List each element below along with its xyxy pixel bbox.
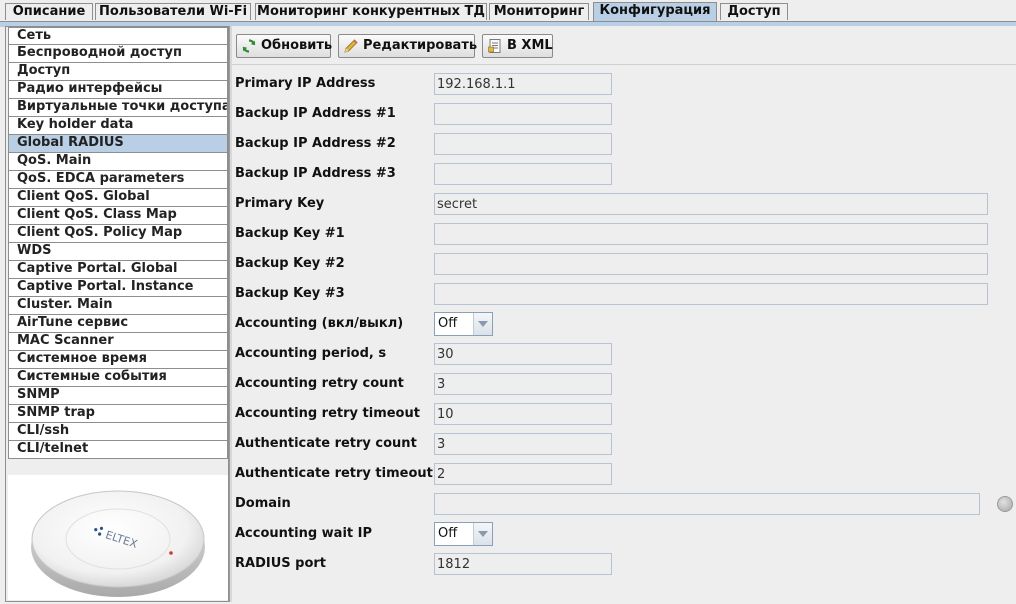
access-point-device-icon: ELTEX	[31, 490, 205, 597]
backup-key-2-input[interactable]	[434, 253, 988, 275]
backup-ip-2-label: Backup IP Address #2	[235, 136, 396, 151]
accounting-retry-count-label: Accounting retry count	[235, 376, 404, 391]
edit-button[interactable]: Редактировать	[338, 34, 478, 58]
sidebar-item-qos-main[interactable]: QoS. Main	[8, 153, 228, 171]
backup-ip-1-label: Backup IP Address #1	[235, 106, 396, 121]
accounting-label: Accounting (вкл/выкл)	[235, 316, 404, 331]
sidebar-item-cli-telnet[interactable]: CLI/telnet	[8, 441, 228, 459]
backup-key-1-input[interactable]	[434, 223, 988, 245]
accounting-wait-ip-label: Accounting wait IP	[235, 526, 373, 541]
auth-retry-count-label: Authenticate retry count	[235, 436, 417, 451]
backup-key-1-label: Backup Key #1	[235, 226, 345, 241]
accounting-wait-ip-select-value: Off	[438, 526, 458, 541]
sidebar-item-system-time[interactable]: Системное время	[8, 351, 228, 369]
sidebar-item-airtune[interactable]: AirTune сервис	[8, 315, 228, 333]
top-tab-bar: Описание Пользователи Wi-Fi Мониторинг к…	[0, 0, 1016, 22]
refresh-button[interactable]: Обновить	[236, 34, 333, 58]
auth-retry-count-input[interactable]	[434, 433, 612, 455]
backup-ip-3-input[interactable]	[434, 163, 612, 185]
domain-input[interactable]	[434, 493, 980, 515]
sidebar-item-virtual-aps[interactable]: Виртуальные точки доступа	[8, 99, 228, 117]
primary-key-label: Primary Key	[235, 196, 325, 211]
sidebar-item-snmp[interactable]: SNMP	[8, 387, 228, 405]
sidebar-item-radio-interfaces[interactable]: Радио интерфейсы	[8, 81, 228, 99]
sidebar-item-qos-edca[interactable]: QoS. EDCA parameters	[8, 171, 228, 189]
backup-ip-2-input[interactable]	[434, 133, 612, 155]
backup-key-2-label: Backup Key #2	[235, 256, 345, 271]
sidebar-item-client-qos-global[interactable]: Client QoS. Global	[8, 189, 228, 207]
domain-label: Domain	[235, 496, 291, 511]
sidebar-item-global-radius[interactable]: Global RADIUS	[8, 135, 228, 153]
backup-ip-3-label: Backup IP Address #3	[235, 166, 396, 181]
pencil-icon	[344, 39, 358, 53]
sidebar-item-client-qos-class-map[interactable]: Client QoS. Class Map	[8, 207, 228, 225]
export-xml-button-label: В XML	[507, 38, 553, 53]
accounting-retry-timeout-input[interactable]	[434, 403, 612, 425]
sidebar-item-cluster-main[interactable]: Cluster. Main	[8, 297, 228, 315]
accounting-retry-count-input[interactable]	[434, 373, 612, 395]
sidebar-item-access[interactable]: Доступ	[8, 63, 228, 81]
primary-ip-input[interactable]	[434, 73, 612, 95]
device-image: ELTEX	[8, 475, 228, 600]
backup-key-3-input[interactable]	[434, 283, 988, 305]
refresh-icon	[242, 39, 256, 53]
accounting-period-input[interactable]	[434, 343, 612, 365]
tab-wifi-users[interactable]: Пользователи Wi-Fi	[95, 3, 251, 20]
sidebar-item-client-qos-policy-map[interactable]: Client QoS. Policy Map	[8, 225, 228, 243]
accounting-wait-ip-select[interactable]: Off	[434, 522, 493, 546]
sidebar-nav-list: Сеть Беспроводной доступ Доступ Радио ин…	[8, 27, 228, 459]
radius-port-input[interactable]	[434, 553, 612, 575]
accounting-retry-timeout-label: Accounting retry timeout	[235, 406, 420, 421]
sidebar-item-wds[interactable]: WDS	[8, 243, 228, 261]
auth-retry-timeout-label: Authenticate retry timeout	[235, 466, 433, 481]
tab-description[interactable]: Описание	[5, 3, 93, 20]
sidebar-item-network[interactable]: Сеть	[8, 27, 228, 45]
backup-ip-1-input[interactable]	[434, 103, 612, 125]
radius-port-label: RADIUS port	[235, 556, 327, 571]
tab-neighbor-ap-monitoring[interactable]: Мониторинг конкурентных ТД	[255, 3, 487, 20]
sidebar-item-system-events[interactable]: Системные события	[8, 369, 228, 387]
sidebar-item-snmp-trap[interactable]: SNMP trap	[8, 405, 228, 423]
accounting-select-value: Off	[438, 316, 458, 331]
domain-radio-button[interactable]	[997, 496, 1013, 512]
export-xml-button[interactable]: В XML	[482, 34, 553, 58]
sidebar-item-wireless-access[interactable]: Беспроводной доступ	[8, 45, 228, 63]
auth-retry-timeout-input[interactable]	[434, 463, 612, 485]
chevron-down-icon[interactable]	[473, 523, 492, 545]
accounting-period-label: Accounting period, s	[235, 346, 387, 361]
primary-key-input[interactable]	[434, 193, 988, 215]
xml-document-icon	[488, 39, 501, 53]
sidebar-item-cli-ssh[interactable]: CLI/ssh	[8, 423, 228, 441]
tab-configuration[interactable]: Конфигурация	[593, 2, 717, 22]
sidebar: Сеть Беспроводной доступ Доступ Радио ин…	[5, 26, 229, 602]
edit-button-label: Редактировать	[363, 38, 478, 53]
accounting-select[interactable]: Off	[434, 312, 493, 336]
sidebar-item-captive-portal-global[interactable]: Captive Portal. Global	[8, 261, 228, 279]
backup-key-3-label: Backup Key #3	[235, 286, 345, 301]
tab-access[interactable]: Доступ	[720, 3, 788, 20]
main-panel: Обновить Редактировать В XML Primary IP …	[232, 26, 1016, 602]
sidebar-item-captive-portal-instance[interactable]: Captive Portal. Instance	[8, 279, 228, 297]
sidebar-item-mac-scanner[interactable]: MAC Scanner	[8, 333, 228, 351]
toolbar: Обновить Редактировать В XML	[232, 26, 1016, 65]
chevron-down-icon[interactable]	[473, 313, 492, 335]
sidebar-item-key-holder[interactable]: Key holder data	[8, 117, 228, 135]
tab-monitoring[interactable]: Мониторинг	[489, 3, 589, 20]
primary-ip-label: Primary IP Address	[235, 76, 376, 91]
refresh-button-label: Обновить	[261, 38, 333, 53]
